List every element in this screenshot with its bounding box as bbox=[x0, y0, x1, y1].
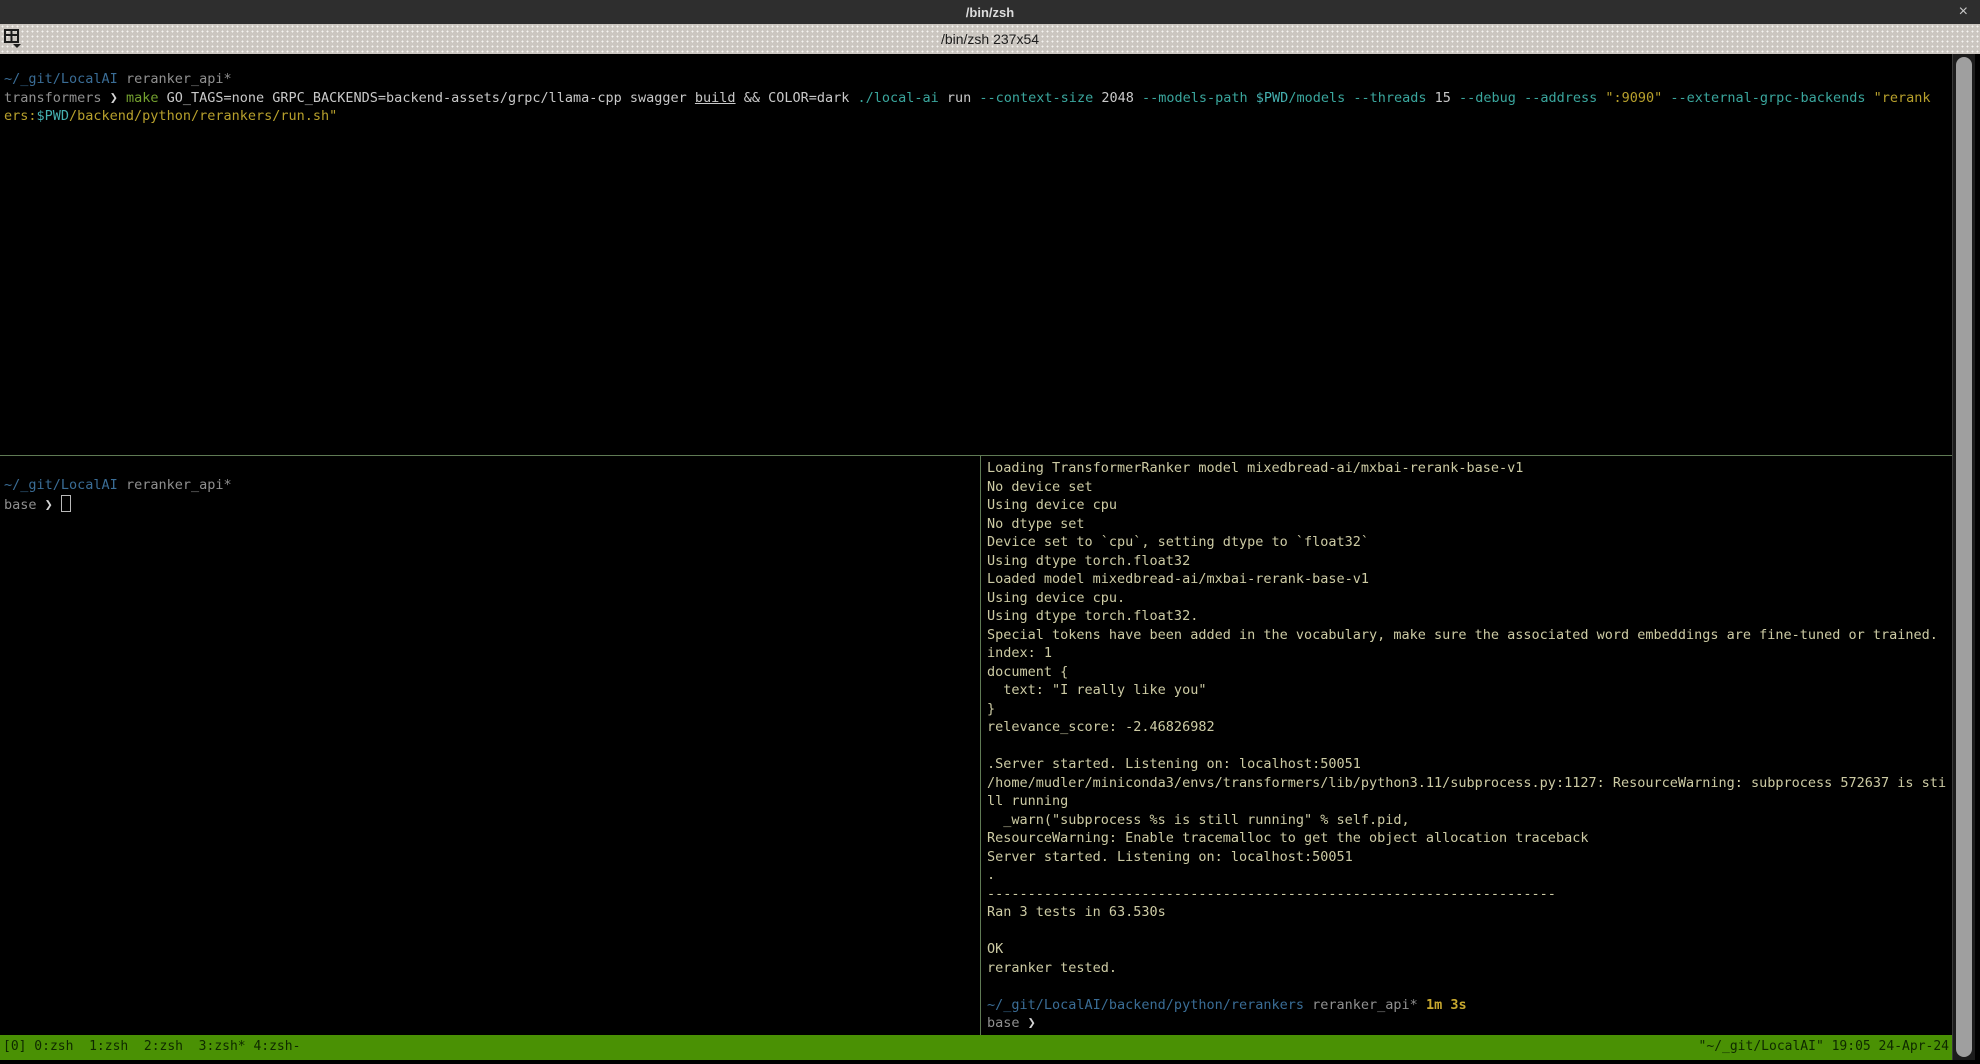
terminal-window: /bin/zsh × /bin/zsh 237x54 ~/_git/LocalA… bbox=[0, 0, 1980, 1064]
tmux-status-bar: [0] 0:zsh 1:zsh 2:zsh 3:zsh* 4:zsh- "~/_… bbox=[0, 1035, 1952, 1060]
window-title: /bin/zsh bbox=[966, 5, 1014, 20]
terminal-line bbox=[987, 737, 1952, 756]
tab-bar[interactable]: /bin/zsh 237x54 bbox=[0, 24, 1980, 55]
terminal-line bbox=[987, 977, 1952, 996]
terminal-line: ~/_git/LocalAI/backend/python/rerankers … bbox=[987, 996, 1952, 1015]
terminal-line: base ❯ bbox=[987, 1014, 1952, 1033]
terminal-line: Server started. Listening on: localhost:… bbox=[987, 848, 1952, 867]
terminal-line: ~/_git/LocalAI reranker_api* bbox=[4, 476, 980, 495]
window-menu-icon[interactable] bbox=[4, 29, 28, 49]
terminal-line: Ran 3 tests in 63.530s bbox=[987, 903, 1952, 922]
terminal-line: ll running bbox=[987, 792, 1952, 811]
terminal-line: text: "I really like you" bbox=[987, 681, 1952, 700]
terminal-line: Using dtype torch.float32. bbox=[987, 607, 1952, 626]
window-titlebar: /bin/zsh × bbox=[0, 0, 1980, 24]
terminal-line: relevance_score: -2.46826982 bbox=[987, 718, 1952, 737]
terminal-line: Device set to `cpu`, setting dtype to `f… bbox=[987, 533, 1952, 552]
tab-label: /bin/zsh 237x54 bbox=[0, 31, 1980, 47]
scrollbar-thumb[interactable] bbox=[1956, 57, 1972, 1057]
tmux-window-list[interactable]: [0] 0:zsh 1:zsh 2:zsh 3:zsh* 4:zsh- bbox=[3, 1038, 300, 1057]
terminal-line: Using device cpu bbox=[987, 496, 1952, 515]
terminal-line: .Server started. Listening on: localhost… bbox=[987, 755, 1952, 774]
terminal-line: Loaded model mixedbread-ai/mxbai-rerank-… bbox=[987, 570, 1952, 589]
terminal-line: } bbox=[987, 700, 1952, 719]
terminal-line: Using device cpu. bbox=[987, 589, 1952, 608]
tmux-session-info: "~/_git/LocalAI" 19:05 24-Apr-24 bbox=[1699, 1038, 1949, 1057]
terminal-line: No device set bbox=[987, 478, 1952, 497]
terminal-line: ~/_git/LocalAI reranker_api* bbox=[4, 70, 1948, 89]
terminal-line: ----------------------------------------… bbox=[987, 885, 1952, 904]
terminal-line: . bbox=[987, 866, 1952, 885]
terminal-line: Using dtype torch.float32 bbox=[987, 552, 1952, 571]
scrollbar-track[interactable] bbox=[1952, 54, 1975, 1060]
terminal-line: Special tokens have been added in the vo… bbox=[987, 626, 1952, 645]
terminal-line: /home/mudler/miniconda3/envs/transformer… bbox=[987, 774, 1952, 793]
scrollbar-area bbox=[1952, 54, 1980, 1060]
terminal-line: base ❯ bbox=[4, 495, 980, 514]
close-icon[interactable]: × bbox=[1959, 2, 1968, 22]
terminal-line: ers:$PWD/backend/python/rerankers/run.sh… bbox=[4, 107, 1948, 126]
terminal-line: _warn("subprocess %s is still running" %… bbox=[987, 811, 1952, 830]
terminal-line bbox=[987, 922, 1952, 941]
terminal-line: ResourceWarning: Enable tracemalloc to g… bbox=[987, 829, 1952, 848]
terminal-line: index: 1 bbox=[987, 644, 1952, 663]
terminal-line: reranker tested. bbox=[987, 959, 1952, 978]
terminal-line: transformers ❯ make GO_TAGS=none GRPC_BA… bbox=[4, 89, 1948, 108]
terminal-content: ~/_git/LocalAI reranker_api*transformers… bbox=[0, 54, 1952, 1060]
terminal-line: No dtype set bbox=[987, 515, 1952, 534]
pane-bottom-right[interactable]: Loading TransformerRanker model mixedbre… bbox=[981, 456, 1952, 1035]
terminal-line: document { bbox=[987, 663, 1952, 682]
pane-bottom-left[interactable]: ~/_git/LocalAI reranker_api*base ❯ bbox=[0, 456, 980, 1035]
terminal-line: OK bbox=[987, 940, 1952, 959]
pane-top[interactable]: ~/_git/LocalAI reranker_api*transformers… bbox=[0, 54, 1952, 471]
terminal-line: Loading TransformerRanker model mixedbre… bbox=[987, 459, 1952, 478]
text-cursor bbox=[61, 495, 71, 512]
